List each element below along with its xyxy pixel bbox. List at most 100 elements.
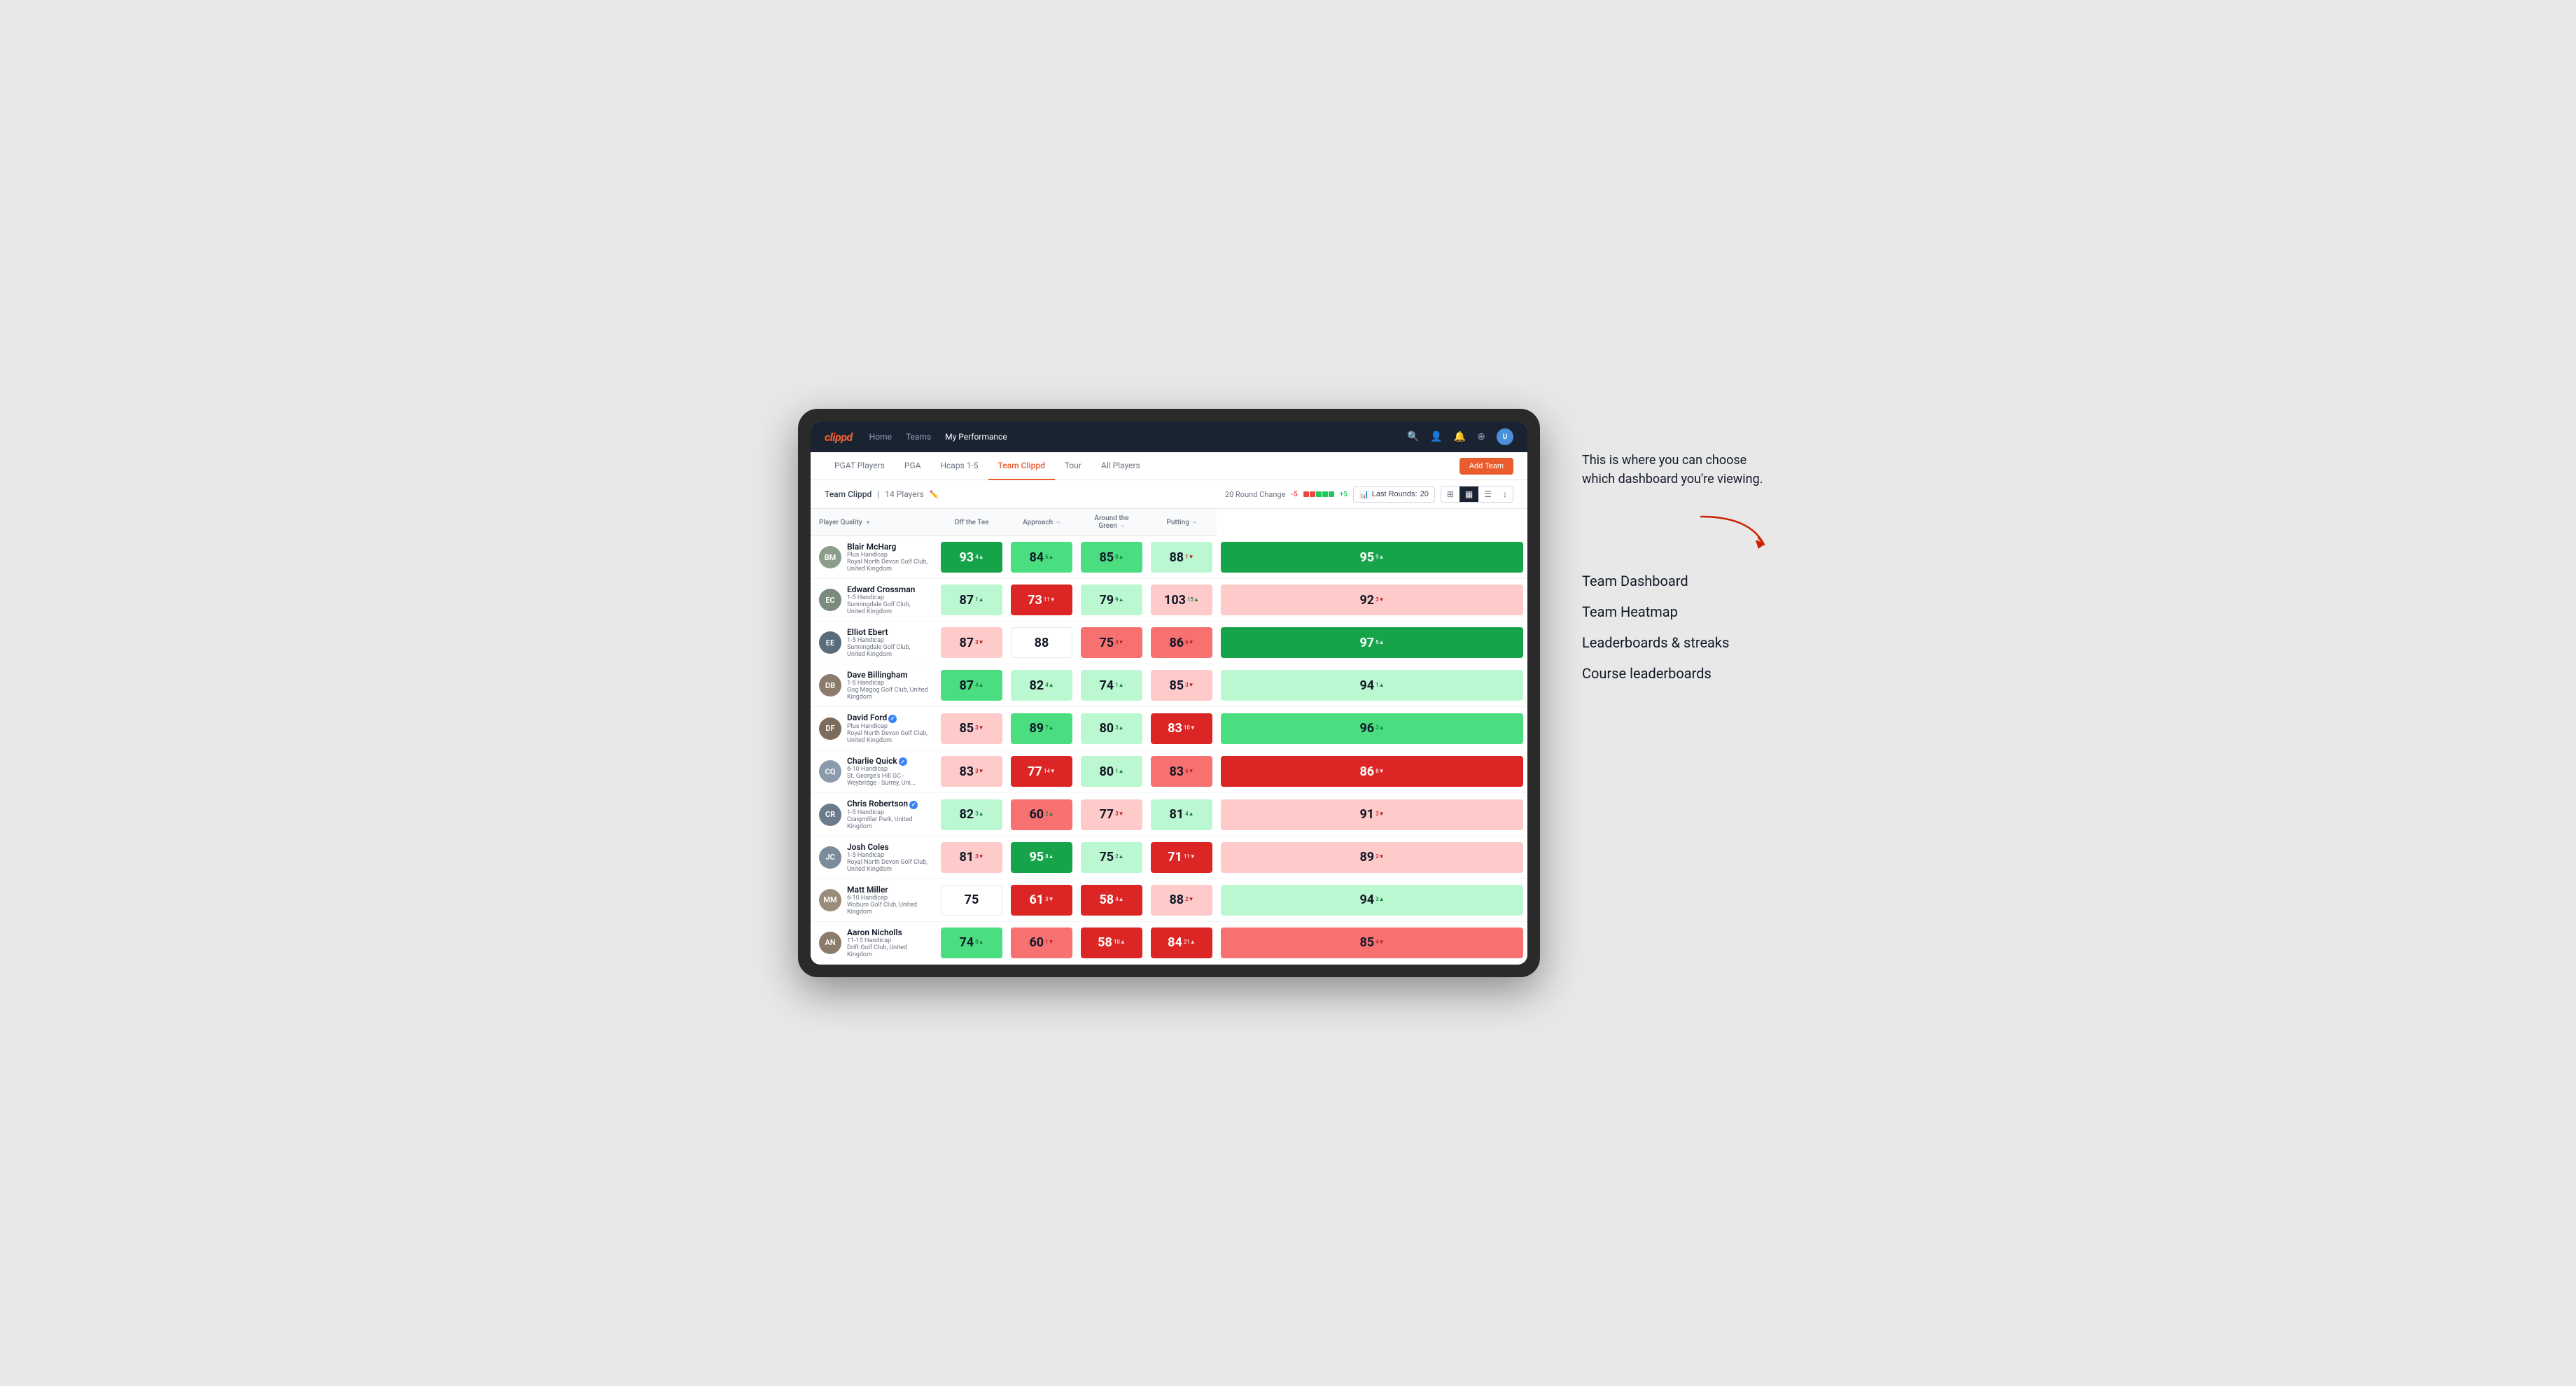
metric-number: 89: [1029, 721, 1044, 736]
metric-change: 3▼: [975, 769, 983, 775]
metric-value: 87 4▲: [941, 670, 1002, 701]
metric-cell-offTheTee: 73 11▼: [1007, 579, 1077, 622]
metric-cell-aroundTheGreen: 83 10▼: [1147, 707, 1217, 750]
profile-icon[interactable]: 👤: [1430, 431, 1442, 442]
metric-number: 75: [965, 892, 979, 907]
round-change-section: 20 Round Change -5 +5 📊 Last Rounds: 20: [1225, 486, 1513, 503]
table-row[interactable]: DF David Ford✓ Plus Handicap Royal North…: [811, 707, 1527, 750]
sub-nav-team-clippd[interactable]: Team Clippd: [988, 452, 1055, 480]
metric-value: 79 9▲: [1081, 584, 1142, 615]
metric-value: 82 3▲: [941, 799, 1002, 830]
search-icon[interactable]: 🔍: [1407, 431, 1419, 442]
player-cell[interactable]: BM Blair McHarg Plus Handicap Royal Nort…: [811, 536, 937, 579]
edit-icon[interactable]: ✏️: [930, 490, 939, 499]
menu-item-team-heatmap: Team Heatmap: [1582, 603, 1778, 620]
team-player-count: 14 Players: [885, 489, 924, 499]
sub-nav-pgat[interactable]: PGAT Players: [825, 452, 895, 480]
metric-cell-approach: 74 1▲: [1077, 664, 1147, 707]
metric-number: 60: [1029, 807, 1044, 822]
last-rounds-button[interactable]: 📊 Last Rounds: 20: [1353, 486, 1435, 503]
table-row[interactable]: JC Josh Coles 1-5 Handicap Royal North D…: [811, 836, 1527, 878]
player-cell[interactable]: CR Chris Robertson✓ 1-5 Handicap Craigmi…: [811, 793, 937, 836]
table-row[interactable]: CQ Charlie Quick✓ 6-10 Handicap St. Geor…: [811, 750, 1527, 793]
table-row[interactable]: DB Dave Billingham 1-5 Handicap Gog Mago…: [811, 664, 1527, 707]
metric-number: 73: [1028, 593, 1042, 608]
metric-value: 91 3▼: [1221, 799, 1523, 830]
user-avatar[interactable]: U: [1497, 428, 1513, 445]
player-cell[interactable]: JC Josh Coles 1-5 Handicap Royal North D…: [811, 836, 937, 878]
nav-link-home[interactable]: Home: [869, 432, 892, 442]
player-name: Dave Billingham: [847, 670, 928, 680]
metric-value: 82 4▲: [1011, 670, 1072, 701]
player-name: Matt Miller: [847, 885, 928, 895]
metric-change: 1▼: [1045, 939, 1054, 946]
player-club: Royal North Devon Golf Club, United King…: [847, 859, 928, 873]
player-cell[interactable]: EE Elliot Ebert 1-5 Handicap Sunningdale…: [811, 622, 937, 664]
notification-icon[interactable]: 🔔: [1454, 431, 1466, 442]
metric-cell-playerQuality: 74 8▲: [937, 921, 1007, 964]
view-heatmap-btn[interactable]: ▦: [1460, 486, 1478, 502]
table-row[interactable]: BM Blair McHarg Plus Handicap Royal Nort…: [811, 536, 1527, 579]
metric-change: 4▼: [1376, 939, 1384, 946]
player-cell[interactable]: EC Edward Crossman 1-5 Handicap Sunningd…: [811, 579, 937, 622]
view-toggle: ⊞ ▦ ☰ ↕: [1441, 486, 1513, 503]
settings-icon[interactable]: ⊕: [1477, 431, 1485, 442]
sort-arrow: ▼: [865, 519, 871, 526]
last-rounds-icon: 📊: [1359, 490, 1369, 499]
nav-link-my-performance[interactable]: My Performance: [945, 432, 1007, 442]
metric-number: 80: [1099, 721, 1114, 736]
metric-value: 94 3▲: [1221, 885, 1523, 916]
sub-nav-tour[interactable]: Tour: [1055, 452, 1091, 480]
nav-link-teams[interactable]: Teams: [906, 432, 931, 442]
table-row[interactable]: EC Edward Crossman 1-5 Handicap Sunningd…: [811, 579, 1527, 622]
metric-number: 82: [959, 807, 974, 822]
metric-change: 3▼: [1115, 640, 1124, 646]
player-cell[interactable]: DB Dave Billingham 1-5 Handicap Gog Mago…: [811, 664, 937, 707]
metric-change: 8▲: [975, 939, 983, 946]
metric-cell-putting: 95 9▲: [1217, 536, 1527, 579]
metric-change: 2▼: [1376, 854, 1384, 860]
sub-nav-pga[interactable]: PGA: [895, 452, 931, 480]
metric-number: 77: [1099, 807, 1114, 822]
metric-change: 3▲: [1115, 725, 1124, 732]
table-row[interactable]: AN Aaron Nicholls 11-15 Handicap Drift G…: [811, 921, 1527, 964]
metric-number: 83: [1168, 721, 1182, 736]
player-name: Charlie Quick✓: [847, 756, 928, 766]
player-cell[interactable]: DF David Ford✓ Plus Handicap Royal North…: [811, 707, 937, 750]
data-table-container: Player Quality ▼ Off the Tee Approach — …: [811, 509, 1527, 965]
player-info: Charlie Quick✓ 6-10 Handicap St. George'…: [847, 756, 928, 788]
metric-number: 95: [1029, 850, 1044, 864]
table-row[interactable]: MM Matt Miller 6-10 Handicap Woburn Golf…: [811, 878, 1527, 921]
metric-value: 74 1▲: [1081, 670, 1142, 701]
metric-number: 83: [959, 764, 974, 779]
view-options-btn[interactable]: ↕: [1497, 486, 1513, 502]
player-info: Chris Robertson✓ 1-5 Handicap Craigmilla…: [847, 799, 928, 830]
metric-change: 1▲: [1376, 682, 1384, 689]
metric-number: 75: [1099, 636, 1114, 650]
view-list-btn[interactable]: ☰: [1478, 486, 1497, 502]
metric-cell-approach: 77 3▼: [1077, 793, 1147, 836]
metric-value: 89 7▲: [1011, 713, 1072, 744]
player-cell[interactable]: MM Matt Miller 6-10 Handicap Woburn Golf…: [811, 878, 937, 921]
metric-change: 8▲: [1115, 554, 1124, 561]
table-row[interactable]: EE Elliot Ebert 1-5 Handicap Sunningdale…: [811, 622, 1527, 664]
add-team-button[interactable]: Add Team: [1460, 458, 1513, 475]
player-cell[interactable]: CQ Charlie Quick✓ 6-10 Handicap St. Geor…: [811, 750, 937, 793]
verified-badge: ✓: [909, 801, 918, 809]
bar-green-2: [1322, 491, 1328, 497]
metric-change: 3▲: [1376, 725, 1384, 732]
sub-nav-hcaps[interactable]: Hcaps 1-5: [930, 452, 988, 480]
metric-change: 3▼: [1185, 682, 1194, 689]
player-handicap: 1-5 Handicap: [847, 680, 928, 687]
player-avatar: EC: [819, 589, 841, 611]
bar-red-1: [1303, 491, 1309, 497]
metric-cell-putting: 96 3▲: [1217, 707, 1527, 750]
metric-cell-putting: 91 3▼: [1217, 793, 1527, 836]
metric-change: 11▼: [1184, 854, 1196, 860]
metric-change: 3▲: [975, 811, 983, 818]
sub-nav-all-players[interactable]: All Players: [1091, 452, 1150, 480]
player-cell[interactable]: AN Aaron Nicholls 11-15 Handicap Drift G…: [811, 921, 937, 964]
table-row[interactable]: CR Chris Robertson✓ 1-5 Handicap Craigmi…: [811, 793, 1527, 836]
view-grid-btn[interactable]: ⊞: [1441, 486, 1460, 502]
change-negative: -5: [1291, 491, 1297, 498]
